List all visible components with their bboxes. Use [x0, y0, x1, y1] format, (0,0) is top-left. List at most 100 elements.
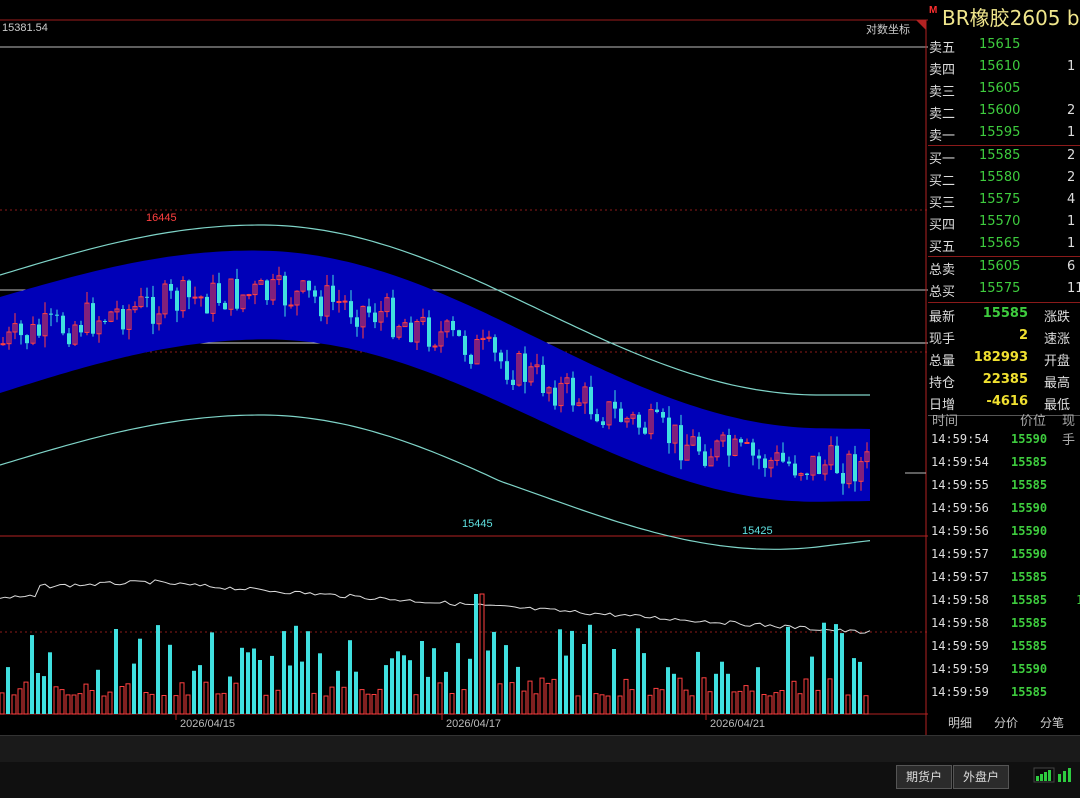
sell-row-1-label: 卖五 — [929, 41, 956, 56]
tick-row: 14:59:55 15585 — [928, 474, 1080, 497]
volume-bar — [636, 628, 640, 714]
top-value-label: 15381.54 — [2, 22, 48, 34]
quote-panel: M BR橡胶2605 b 卖五 15615 卖四 15610 1 卖三 15605 卖二 156… — [928, 0, 1080, 735]
volume-bar — [240, 647, 244, 714]
sell-row-2-price: 15610 — [979, 59, 1021, 74]
volume-bar — [845, 694, 851, 715]
volume-bar — [701, 677, 707, 715]
volume-bar — [731, 691, 737, 715]
log-axis-toggle[interactable]: 对数坐标 — [866, 21, 910, 37]
volume-bar — [737, 690, 743, 715]
sell-row-5: 卖一 15595 1 — [928, 122, 1080, 144]
candle-body — [373, 312, 377, 323]
volume-bar — [743, 685, 749, 715]
tick-row: 14:59:58 15585 1 — [928, 589, 1080, 612]
corner-mark — [916, 20, 926, 30]
volume-bar — [521, 690, 527, 715]
candle-body — [313, 290, 317, 297]
tick-time: 14:59:59 — [931, 662, 989, 676]
candle-body — [49, 313, 53, 315]
sell-row-2: 卖四 15610 1 — [928, 56, 1080, 78]
sell-row-3-label: 卖三 — [929, 85, 956, 100]
channel-band — [0, 224, 871, 550]
volume-bar — [263, 694, 269, 715]
candle-body — [751, 442, 755, 456]
volume-bar — [647, 694, 653, 715]
stat-value: -4616 — [986, 394, 1028, 409]
candle-body — [235, 279, 239, 309]
volume-bar — [215, 693, 221, 715]
total-row-1-price: 15605 — [979, 259, 1021, 274]
candle-body — [288, 304, 294, 307]
volume-bar — [341, 686, 347, 715]
price-chart[interactable]: 16445 15445 15425 2026/04/15 2026/04/17 2026/… — [0, 0, 928, 735]
candle-body — [246, 294, 252, 297]
volume-bar — [617, 695, 623, 715]
volume-bar — [210, 632, 214, 714]
tick-header-time: 时间 — [932, 413, 959, 428]
foreign-account-button[interactable]: 外盘户 — [953, 765, 1009, 789]
buy-row-1: 买一 15585 2 — [928, 145, 1080, 167]
tab-detail[interactable]: 明细 — [948, 714, 972, 731]
buy-row-1-vol: 2 — [1067, 148, 1076, 163]
volume-bar — [497, 683, 503, 715]
x-tick-label-3: 2026/04/21 — [710, 718, 765, 730]
volume-bar — [779, 690, 785, 715]
volume-bar — [749, 690, 755, 715]
tick-row: 14:59:57 15585 — [928, 566, 1080, 589]
candle-body — [805, 473, 809, 475]
candle-body — [505, 361, 509, 380]
volume-bar — [221, 692, 227, 715]
candle-body — [307, 280, 311, 291]
candle-body — [613, 401, 617, 409]
volume-bar — [545, 682, 551, 715]
sell-row-2-label: 卖四 — [929, 63, 956, 78]
volume-bar — [288, 665, 292, 714]
tick-price: 15590 — [1011, 547, 1048, 561]
volume-bar — [492, 631, 496, 714]
candle-body — [427, 317, 431, 347]
tab-ticks[interactable]: 分笔 — [1040, 714, 1064, 731]
tick-price: 15590 — [1011, 501, 1048, 515]
tick-row: 14:59:56 15590 — [928, 497, 1080, 520]
stat-row-4: 持仓 22385 最高 — [928, 369, 1080, 391]
tick-price: 15585 — [1011, 570, 1048, 584]
volume-bar — [132, 663, 136, 714]
volume-bar — [570, 630, 574, 714]
signal-icon — [1033, 767, 1071, 783]
futures-account-button[interactable]: 期货户 — [896, 765, 952, 789]
tick-price: 15590 — [1011, 524, 1048, 538]
candle-body — [175, 290, 179, 311]
candle-body — [601, 421, 605, 425]
candle-body — [637, 414, 641, 428]
volume-bar — [228, 676, 232, 714]
total-row-1-vol: 6 — [1067, 259, 1076, 274]
buy-row-3-label: 买三 — [929, 196, 956, 211]
volume-bar — [432, 648, 436, 714]
candle-body — [697, 436, 701, 452]
sell-row-5-price: 15595 — [979, 125, 1021, 140]
sell-row-4: 卖二 15600 2 — [928, 100, 1080, 122]
candle-body — [667, 417, 671, 444]
sell-row-1-price: 15615 — [979, 37, 1021, 52]
tick-price: 15585 — [1011, 616, 1048, 630]
tick-price: 15585 — [1011, 685, 1048, 699]
tick-time: 14:59:56 — [931, 501, 989, 515]
stat-value: 182993 — [973, 350, 1028, 365]
stat-label-2: 涨跌 — [1044, 310, 1071, 325]
volume-bar — [311, 692, 317, 715]
candle-body — [679, 425, 683, 461]
volume-bar — [474, 594, 478, 714]
tab-price-dist[interactable]: 分价 — [994, 714, 1018, 731]
tick-row: 14:59:54 15590 — [928, 428, 1080, 451]
candle-body — [451, 321, 455, 331]
volume-bar — [593, 693, 599, 715]
volume-bar — [827, 678, 833, 715]
volume-bar — [359, 689, 365, 715]
buy-row-2-price: 15580 — [979, 170, 1021, 185]
tick-time: 14:59:56 — [931, 524, 989, 538]
volume-bar — [575, 695, 581, 715]
volume-bar — [852, 658, 856, 714]
buy-row-4: 买四 15570 1 — [928, 211, 1080, 233]
candle-body — [319, 296, 323, 317]
